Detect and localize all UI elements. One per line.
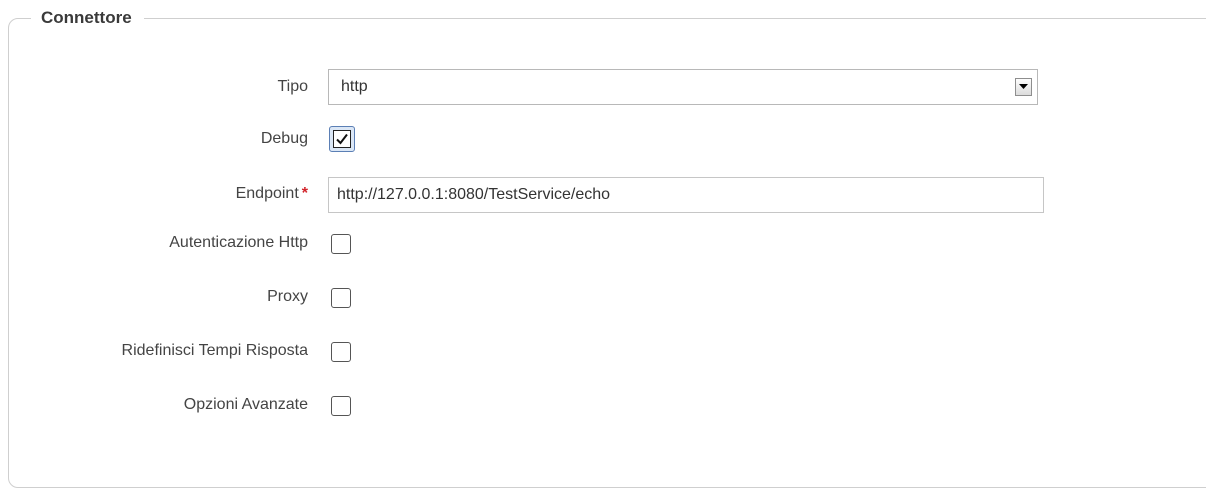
endpoint-input[interactable] bbox=[328, 177, 1044, 213]
chevron-down-icon[interactable] bbox=[1015, 78, 1032, 96]
opzioni-avanzate-checkbox[interactable] bbox=[331, 396, 351, 416]
debug-label: Debug bbox=[260, 130, 308, 147]
autenticazione-http-checkbox[interactable] bbox=[331, 234, 351, 254]
proxy-label: Proxy bbox=[267, 288, 308, 305]
debug-checkbox-box bbox=[333, 130, 351, 148]
endpoint-label: Endpoint * bbox=[236, 184, 308, 204]
autenticazione-http-label: Autenticazione Http bbox=[169, 234, 308, 251]
endpoint-label-text: Endpoint bbox=[235, 185, 299, 202]
opzioni-avanzate-label: Opzioni Avanzate bbox=[183, 396, 308, 413]
ridefinisci-tempi-risposta-checkbox[interactable] bbox=[331, 342, 351, 362]
required-indicator: * bbox=[301, 185, 308, 202]
tipo-select-value: http bbox=[341, 78, 368, 95]
ridefinisci-tempi-risposta-label: Ridefinisci Tempi Risposta bbox=[121, 342, 308, 359]
proxy-checkbox[interactable] bbox=[331, 288, 351, 308]
tipo-label: Tipo bbox=[277, 78, 308, 95]
section-title: Connettore bbox=[31, 6, 144, 30]
checkmark-icon bbox=[336, 133, 348, 145]
debug-checkbox[interactable] bbox=[329, 126, 355, 152]
tipo-select[interactable]: http bbox=[328, 69, 1038, 105]
